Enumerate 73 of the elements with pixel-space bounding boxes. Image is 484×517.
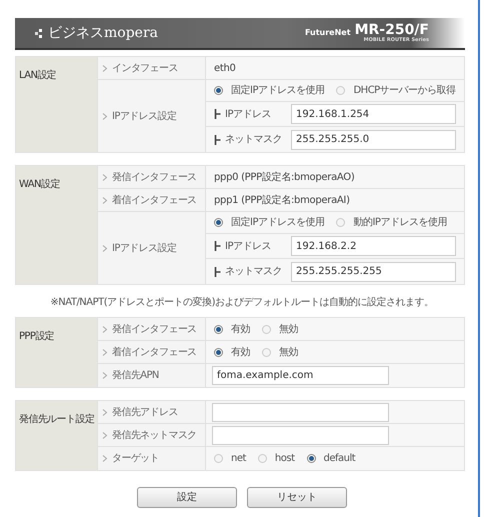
- input-field[interactable]: foma.example.com: [212, 366, 389, 385]
- chevron-icon: [102, 64, 108, 72]
- field-label: ネットマスク: [225, 133, 283, 147]
- input-field[interactable]: 255.255.255.255: [291, 262, 456, 282]
- radio-button[interactable]: [336, 218, 346, 227]
- tee-icon: [214, 241, 221, 251]
- field-label: 発信インタフェース: [112, 322, 197, 336]
- radio-button[interactable]: [258, 454, 267, 463]
- input-field[interactable]: 255.255.255.0: [291, 130, 456, 150]
- section-title: LAN設定: [19, 70, 56, 81]
- chevron-icon: [102, 348, 108, 356]
- field-label: 着信インタフェース: [112, 346, 197, 360]
- chevron-icon: [102, 432, 108, 438]
- radio-label: host: [274, 452, 295, 466]
- form-button[interactable]: 設定: [137, 487, 237, 508]
- field-label: IPアドレス: [225, 240, 272, 254]
- radio-button[interactable]: [214, 324, 223, 334]
- radio-button[interactable]: [306, 454, 316, 463]
- input-field[interactable]: [212, 426, 389, 444]
- field-label: インタフェース: [112, 62, 178, 76]
- radio-button[interactable]: [214, 348, 223, 356]
- section-title: 発信先ルート設定: [19, 414, 94, 425]
- field-label: IPアドレス設定: [112, 242, 176, 256]
- chevron-icon: [102, 196, 108, 204]
- chevron-icon: [102, 244, 108, 252]
- chevron-icon: [102, 174, 108, 180]
- field-label: 発信インタフェース: [112, 170, 197, 184]
- tee-icon: [214, 109, 221, 119]
- chevron-icon: [102, 455, 108, 462]
- radio-label: 固定IPアドレスを使用: [231, 84, 324, 98]
- note-text: ※NAT/NAPT(アドレスとポートの変換)およびデフォルトルートは自動的に設定されます。: [50, 297, 434, 308]
- radio-button[interactable]: [214, 218, 223, 227]
- field-value: ppp1 (PPP設定名:bmoperaAI): [213, 194, 351, 208]
- field-label: 発信先アドレス: [112, 406, 178, 420]
- field-value: eth0: [213, 62, 237, 76]
- radio-button[interactable]: [214, 86, 223, 95]
- input-field[interactable]: 192.168.1.254: [291, 104, 456, 124]
- radio-button[interactable]: [262, 348, 271, 356]
- section-title: PPP設定: [19, 331, 54, 342]
- field-value: ppp0 (PPP設定名:bmoperaAO): [213, 170, 356, 184]
- model-name: MR-250/F: [354, 23, 429, 37]
- field-label: 発信先ネットマスク: [112, 428, 197, 442]
- tee-icon: [214, 266, 221, 276]
- input-field[interactable]: [212, 402, 389, 422]
- field-label: IPアドレス: [225, 108, 272, 122]
- radio-label: default: [324, 452, 356, 466]
- field-label: 着信インタフェース: [112, 194, 197, 208]
- form-button[interactable]: リセット: [247, 487, 347, 508]
- chevron-icon: [102, 408, 108, 416]
- field-label: 発信先APN: [112, 368, 159, 383]
- radio-button[interactable]: [262, 324, 271, 334]
- input-field[interactable]: 192.168.2.2: [291, 236, 456, 256]
- section-title: WAN設定: [19, 179, 60, 190]
- radio-button[interactable]: [214, 454, 223, 463]
- radio-label: 有効: [231, 322, 250, 336]
- radio-label: 有効: [231, 346, 250, 360]
- radio-label: 無効: [279, 346, 298, 360]
- radio-label: 固定IPアドレスを使用: [231, 216, 324, 230]
- radio-label: 無効: [279, 322, 298, 336]
- radio-label: net: [231, 452, 246, 466]
- brand-logo: ビジネスmopera: [48, 24, 158, 42]
- maker-name: FutureNet: [304, 29, 351, 37]
- chevron-icon: [102, 112, 108, 120]
- radio-label: 動的IPアドレスを使用: [353, 216, 447, 230]
- field-label: ターゲット: [112, 452, 160, 466]
- field-label: ネットマスク: [225, 265, 283, 279]
- radio-button[interactable]: [336, 86, 346, 95]
- tee-icon: [214, 134, 221, 144]
- chevron-icon: [102, 326, 108, 332]
- logo-icon: [35, 28, 44, 38]
- radio-label: DHCPサーバーから取得: [353, 84, 456, 98]
- field-label: IPアドレス設定: [112, 110, 176, 124]
- chevron-icon: [102, 372, 108, 379]
